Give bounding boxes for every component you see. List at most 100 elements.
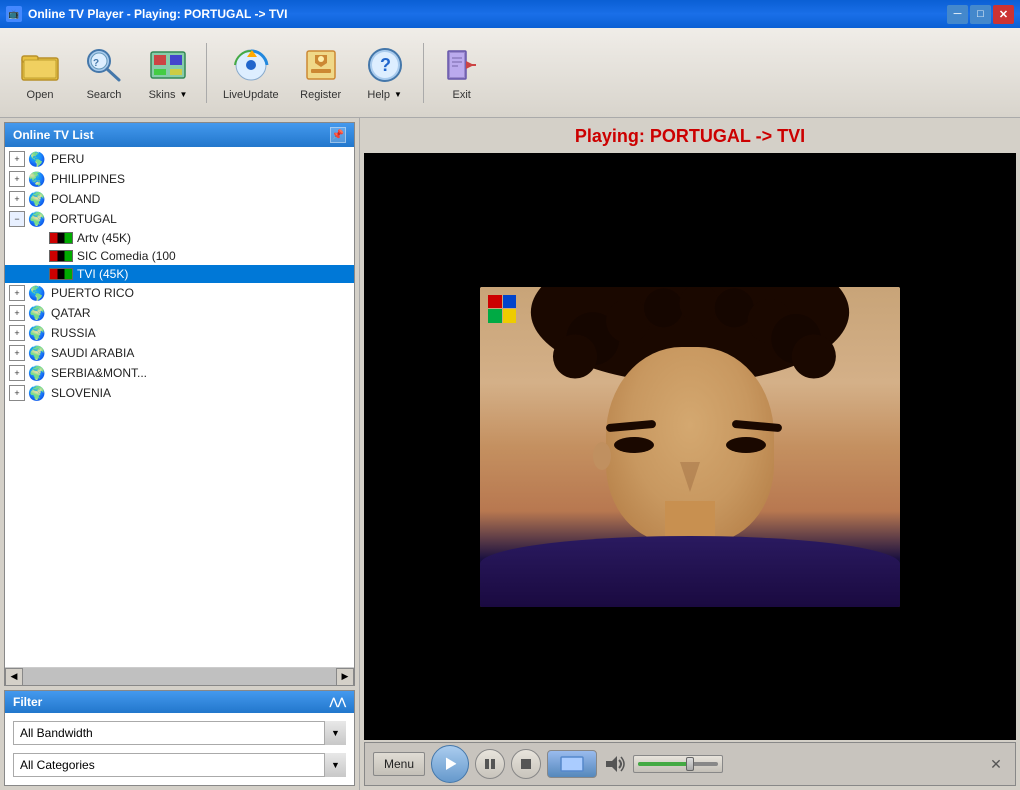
- tv-list-panel: Online TV List 📌 + 🌎 PERU + 🌏 PHILIPPINE…: [4, 122, 355, 686]
- country-flag: 🌎: [27, 286, 47, 300]
- list-item[interactable]: + 🌍 SERBIA&MONT...: [5, 363, 354, 383]
- pin-button[interactable]: 📌: [330, 127, 346, 143]
- expand-icon[interactable]: +: [9, 191, 25, 207]
- search-icon: ?: [84, 45, 124, 85]
- country-name: POLAND: [51, 192, 100, 206]
- tv-list-content[interactable]: + 🌎 PERU + 🌏 PHILIPPINES + 🌍 POLAND: [5, 147, 354, 667]
- left-panel: Online TV List 📌 + 🌎 PERU + 🌏 PHILIPPINE…: [0, 118, 360, 790]
- player-close-button[interactable]: ✕: [985, 753, 1007, 775]
- liveupdate-button[interactable]: LiveUpdate: [215, 37, 287, 109]
- close-button[interactable]: ✕: [993, 5, 1014, 24]
- expand-icon[interactable]: +: [9, 385, 25, 401]
- toolbar-separator-2: [423, 43, 424, 103]
- stop-button[interactable]: [511, 749, 541, 779]
- country-name: QATAR: [51, 306, 91, 320]
- filter-header: Filter ⋀⋀: [5, 691, 354, 713]
- filter-title: Filter: [13, 695, 42, 709]
- overlay-q1: [488, 295, 502, 309]
- exit-label: Exit: [452, 89, 470, 101]
- register-button[interactable]: Register: [291, 37, 351, 109]
- skins-icon: [148, 45, 188, 85]
- fullscreen-button[interactable]: [547, 750, 597, 778]
- list-item[interactable]: + 🌍 SAUDI ARABIA: [5, 343, 354, 363]
- volume-slider[interactable]: [633, 755, 723, 773]
- list-item[interactable]: + 🌍 QATAR: [5, 303, 354, 323]
- scroll-left-button[interactable]: ◀: [5, 668, 23, 686]
- help-button[interactable]: ? Help ▼: [355, 37, 415, 109]
- list-item[interactable]: + 🌍 POLAND: [5, 189, 354, 209]
- bandwidth-filter[interactable]: All Bandwidth 28K 45K 100K 200K+: [13, 721, 346, 745]
- search-button[interactable]: ? Search: [74, 37, 134, 109]
- menu-button[interactable]: Menu: [373, 752, 425, 776]
- expand-icon[interactable]: +: [9, 305, 25, 321]
- country-name: PERU: [51, 152, 84, 166]
- liveupdate-icon: [231, 45, 271, 85]
- list-item[interactable]: + 🌎 PUERTO RICO: [5, 283, 354, 303]
- list-item[interactable]: SIC Comedia (100: [5, 247, 354, 265]
- liveupdate-label: LiveUpdate: [223, 89, 279, 101]
- skins-dropdown-arrow: ▼: [179, 90, 187, 99]
- skins-button[interactable]: Skins ▼: [138, 37, 198, 109]
- list-item[interactable]: + 🌍 RUSSIA: [5, 323, 354, 343]
- country-flag: 🌍: [27, 386, 47, 400]
- country-flag: 🌍: [27, 306, 47, 320]
- expand-icon[interactable]: +: [9, 345, 25, 361]
- country-name: PUERTO RICO: [51, 286, 134, 300]
- channel-icon: [49, 250, 73, 262]
- right-panel: Playing: PORTUGAL -> TVI: [360, 118, 1020, 790]
- list-item[interactable]: + 🌍 SLOVENIA: [5, 383, 354, 403]
- country-name: SAUDI ARABIA: [51, 346, 134, 360]
- country-flag: 🌍: [27, 212, 47, 226]
- scroll-right-button[interactable]: ▶: [336, 668, 354, 686]
- category-filter-wrap: All Categories News Entertainment Sports…: [13, 753, 346, 777]
- country-name: SLOVENIA: [51, 386, 111, 400]
- svg-text:?: ?: [93, 58, 99, 69]
- category-filter[interactable]: All Categories News Entertainment Sports…: [13, 753, 346, 777]
- expand-icon[interactable]: −: [9, 211, 25, 227]
- expand-icon[interactable]: +: [9, 365, 25, 381]
- search-label: Search: [87, 89, 122, 101]
- minimize-button[interactable]: ─: [947, 5, 968, 24]
- scroll-track[interactable]: [23, 668, 336, 685]
- app-icon: 📺: [6, 6, 22, 22]
- expand-icon[interactable]: +: [9, 285, 25, 301]
- expand-icon[interactable]: +: [9, 325, 25, 341]
- open-button[interactable]: Open: [10, 37, 70, 109]
- country-flag: 🌎: [27, 152, 47, 166]
- filter-collapse-button[interactable]: ⋀⋀: [330, 697, 346, 708]
- play-button[interactable]: [431, 745, 469, 783]
- main-content: Online TV List 📌 + 🌎 PERU + 🌏 PHILIPPINE…: [0, 118, 1020, 790]
- now-playing-label: Playing: PORTUGAL -> TVI: [364, 122, 1016, 153]
- country-flag: 🌍: [27, 326, 47, 340]
- tv-list-title: Online TV List: [13, 128, 94, 142]
- video-container: [364, 153, 1016, 740]
- expand-icon[interactable]: +: [9, 151, 25, 167]
- register-icon: [301, 45, 341, 85]
- country-name: SERBIA&MONT...: [51, 366, 147, 380]
- list-item[interactable]: − 🌍 PORTUGAL: [5, 209, 354, 229]
- country-flag: 🌍: [27, 192, 47, 206]
- toolbar-separator-1: [206, 43, 207, 103]
- list-item[interactable]: + 🌎 PERU: [5, 149, 354, 169]
- help-dropdown-arrow: ▼: [394, 90, 402, 99]
- list-item[interactable]: Artv (45K): [5, 229, 354, 247]
- country-name: RUSSIA: [51, 326, 96, 340]
- horizontal-scrollbar[interactable]: ◀ ▶: [5, 667, 354, 685]
- channel-name: TVI (45K): [77, 267, 128, 281]
- country-name: PORTUGAL: [51, 212, 117, 226]
- pause-button[interactable]: [475, 749, 505, 779]
- filter-content: All Bandwidth 28K 45K 100K 200K+ ▼ All C…: [5, 713, 354, 785]
- volume-icon[interactable]: [603, 752, 627, 776]
- list-item[interactable]: TVI (45K): [5, 265, 354, 283]
- title-bar: 📺 Online TV Player - Playing: PORTUGAL -…: [0, 0, 1020, 28]
- expand-icon[interactable]: +: [9, 171, 25, 187]
- filter-panel: Filter ⋀⋀ All Bandwidth 28K 45K 100K 200…: [4, 690, 355, 786]
- help-icon: ?: [365, 45, 405, 85]
- svg-text:?: ?: [380, 55, 391, 75]
- overlay-q3: [488, 309, 502, 323]
- maximize-button[interactable]: □: [970, 5, 991, 24]
- exit-button[interactable]: Exit: [432, 37, 492, 109]
- register-label: Register: [300, 89, 341, 101]
- volume-thumb[interactable]: [686, 757, 694, 771]
- list-item[interactable]: + 🌏 PHILIPPINES: [5, 169, 354, 189]
